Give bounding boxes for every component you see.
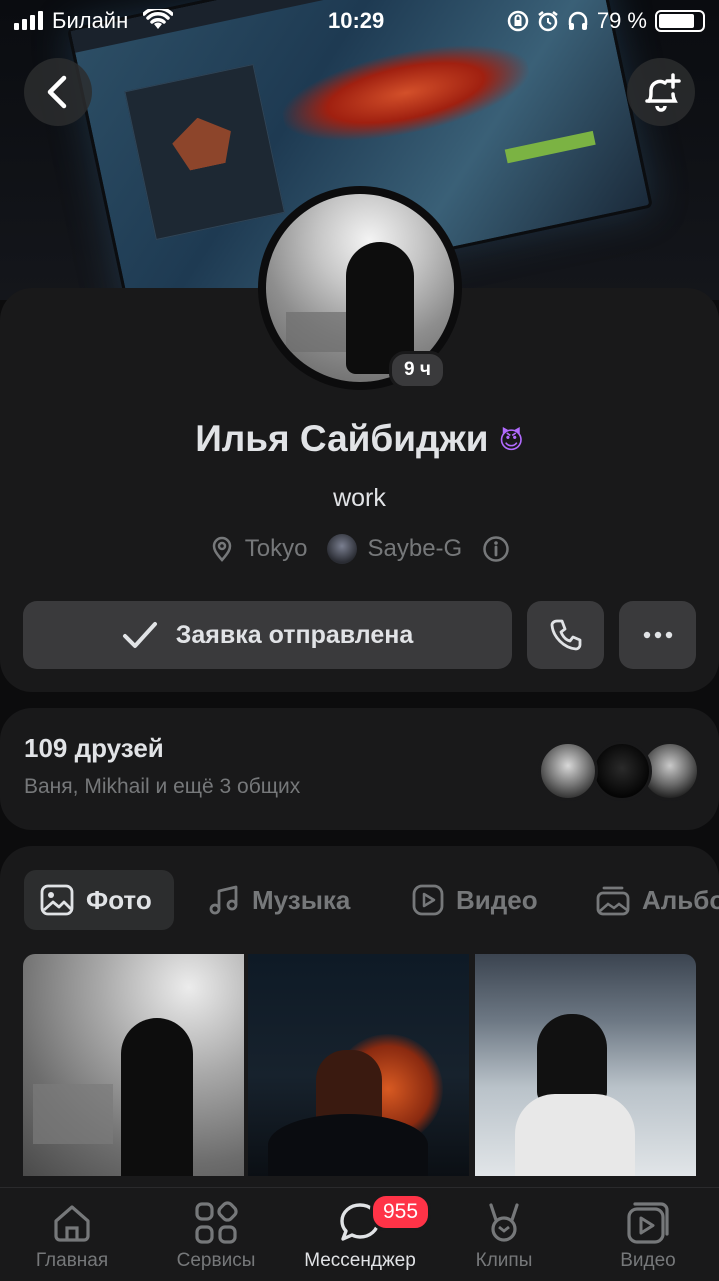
more-button[interactable]	[619, 601, 696, 669]
bottom-nav: Главная Сервисы Мессенджер Клипы Видео	[0, 1187, 719, 1281]
status-bar: Билайн 10:29 79 %	[0, 0, 719, 40]
image-icon	[40, 884, 74, 916]
nav-label: Главная	[35, 1250, 109, 1271]
story-age-badge: 9 ч	[389, 351, 446, 389]
tab-photos[interactable]: Фото	[24, 870, 174, 930]
nav-home[interactable]: Главная	[2, 1188, 142, 1281]
bell-plus-icon	[645, 73, 681, 112]
home-icon	[54, 1205, 90, 1242]
nav-video[interactable]: Видео	[578, 1188, 718, 1281]
phone-icon	[550, 619, 581, 651]
nav-label: Сервисы	[176, 1250, 256, 1271]
work-label[interactable]: Saybe-G	[367, 535, 462, 563]
carrier-name: Билайн	[52, 8, 129, 33]
photo-thumbnail[interactable]	[248, 954, 469, 1176]
call-button[interactable]	[527, 601, 604, 669]
city-label[interactable]: Tokyo	[245, 535, 308, 563]
mutual-friend-avatar	[592, 741, 652, 801]
nav-label: Мессенджер	[304, 1250, 416, 1271]
profile-name: Илья Сайбиджи 😈	[0, 418, 719, 460]
tab-music[interactable]: Музыка	[208, 870, 350, 930]
chevron-left-icon	[47, 75, 67, 109]
mutual-friend-avatar	[538, 741, 598, 801]
friends-count[interactable]: 109 друзей	[24, 733, 164, 764]
media-tabs: Фото Музыка Видео Альбомы	[24, 870, 719, 930]
nav-label: Клипы	[475, 1250, 533, 1271]
signal-icon	[14, 11, 43, 30]
tab-label: Фото	[86, 884, 152, 915]
mutual-friends: Ваня, Mikhail и ещё 3 общих	[24, 775, 301, 798]
tab-label: Альбомы	[642, 884, 719, 915]
back-button[interactable]	[24, 58, 92, 126]
profile-status: work	[333, 484, 386, 512]
friend-request-sent-button[interactable]: Заявка отправлена	[23, 601, 512, 669]
friend-request-label: Заявка отправлена	[175, 620, 414, 649]
video-play-icon	[412, 884, 444, 916]
work-avatar	[327, 534, 358, 564]
messenger-badge: 955	[370, 1193, 432, 1231]
tab-video[interactable]: Видео	[412, 870, 538, 930]
profile-meta: Tokyo Saybe-G	[0, 534, 719, 564]
services-icon	[195, 1201, 238, 1244]
video-icon	[627, 1202, 669, 1244]
nav-services[interactable]: Сервисы	[146, 1188, 286, 1281]
subscribe-notifications-button[interactable]	[627, 58, 695, 126]
alarm-icon	[538, 11, 558, 32]
music-note-icon	[209, 885, 238, 915]
checkmark-icon	[122, 622, 157, 648]
tab-label: Музыка	[252, 884, 351, 915]
headphones-icon	[568, 11, 588, 30]
tab-label: Видео	[456, 884, 538, 915]
orientation-lock-icon	[507, 10, 529, 32]
profile-name-text: Илья Сайбиджи	[195, 418, 489, 459]
clock: 10:29	[328, 8, 385, 33]
tab-albums[interactable]: Альбомы	[596, 870, 719, 930]
album-icon	[596, 886, 630, 916]
photo-thumbnail[interactable]	[23, 954, 244, 1176]
wifi-icon	[143, 9, 173, 29]
photo-thumbnail[interactable]	[475, 954, 696, 1176]
battery-percent: 79 %	[596, 8, 647, 33]
info-icon[interactable]	[482, 535, 510, 563]
nav-clips[interactable]: Клипы	[434, 1188, 574, 1281]
nav-label: Видео	[620, 1250, 676, 1271]
location-pin-icon	[212, 536, 232, 562]
clips-icon	[489, 1203, 519, 1242]
profile-emoji: 😈	[498, 427, 524, 455]
more-dots-icon	[643, 631, 672, 639]
battery-icon	[655, 10, 705, 32]
